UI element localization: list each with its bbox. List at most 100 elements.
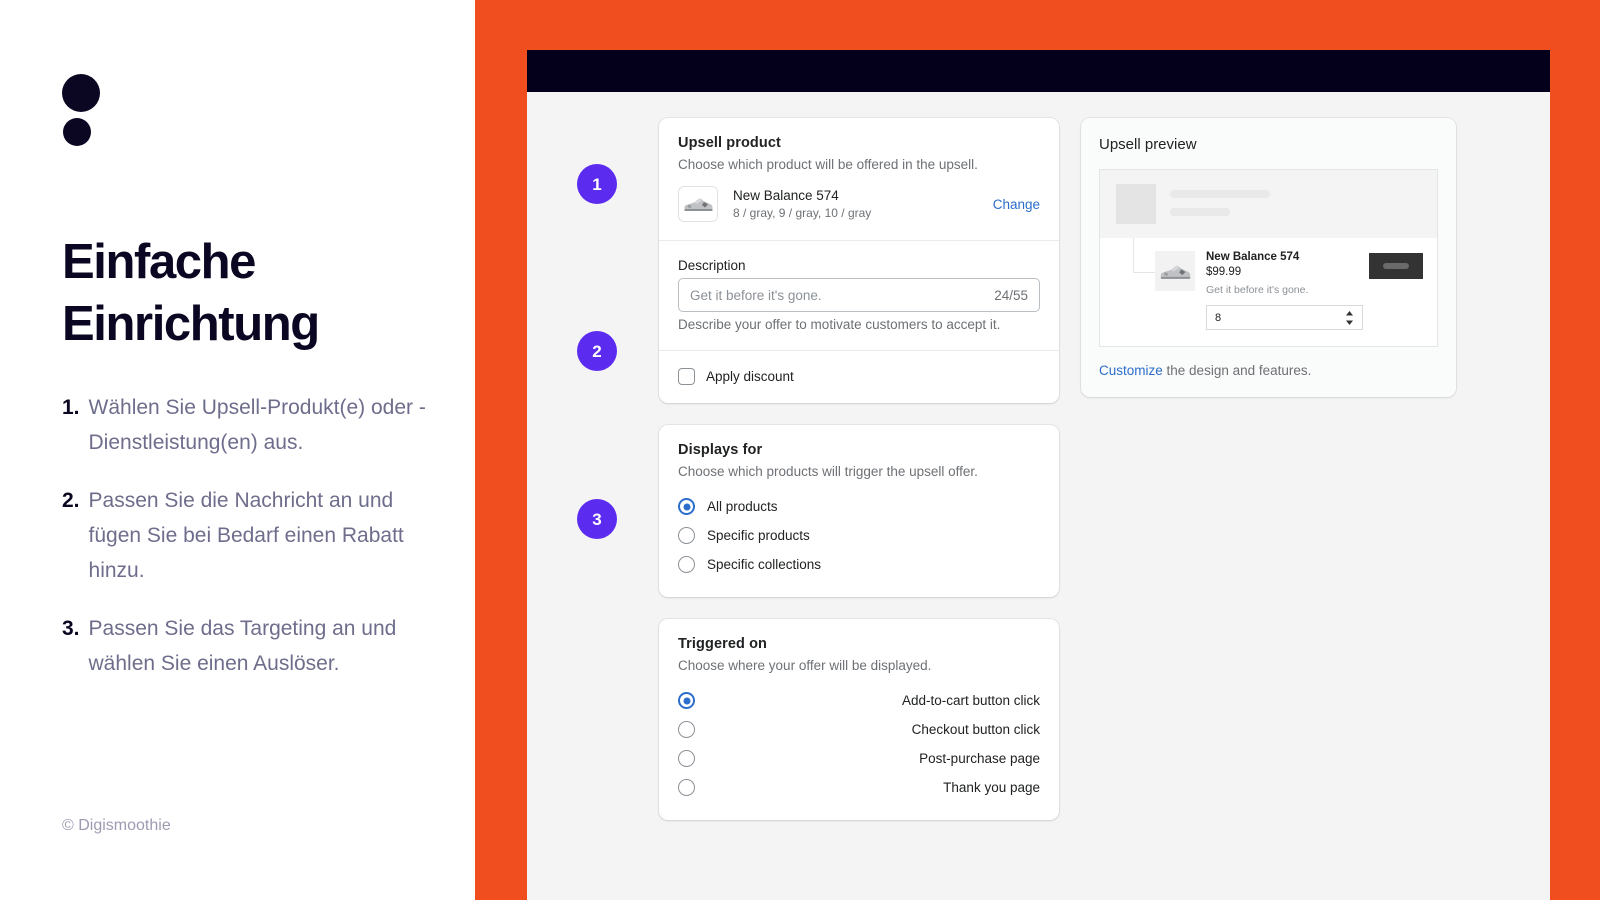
radio-label: Specific collections	[707, 557, 822, 572]
radio-indicator[interactable]	[678, 527, 695, 544]
logo-dot-large-icon	[62, 74, 100, 112]
preview-product-price: $99.99	[1206, 266, 1242, 278]
selected-product-row: New Balance 574 8 / gray, 9 / gray, 10 /…	[678, 186, 1040, 222]
card-subtitle: Choose where your offer will be displaye…	[678, 658, 932, 673]
radio-option-post-purchase[interactable]: Post-purchase page	[678, 744, 1040, 773]
app-window: 1 2 3 Upsell product Choose which produc…	[527, 50, 1550, 900]
displays-for-radio-group: All products Specific products Specific …	[678, 492, 1040, 579]
promo-panel: Einfache Einrichtung 1. Wählen Sie Upsel…	[0, 0, 475, 900]
description-help-text: Describe your offer to motivate customer…	[678, 317, 1001, 332]
preview-frame: New Balance 574 $99.99 Get it before it'…	[1099, 169, 1438, 347]
radio-indicator[interactable]	[678, 779, 695, 796]
app-topbar	[527, 50, 1550, 92]
preview-offer: New Balance 574 $99.99 Get it before it'…	[1100, 238, 1437, 346]
radio-indicator[interactable]	[678, 692, 695, 709]
product-name: New Balance 574	[733, 188, 839, 203]
card-subtitle: Choose which products will trigger the u…	[678, 464, 978, 479]
radio-indicator[interactable]	[678, 498, 695, 515]
page-title-line-1: Einfache	[62, 235, 256, 289]
preview-connector-line	[1133, 238, 1155, 273]
preview-footer-text: Customize the design and features.	[1099, 363, 1438, 378]
step-badge-2: 2	[577, 331, 617, 371]
preview-product-name: New Balance 574	[1206, 251, 1300, 263]
radio-option-thank-you[interactable]: Thank you page	[678, 773, 1040, 802]
preview-quantity-value: 8	[1215, 311, 1222, 324]
promo-step-list: 1. Wählen Sie Upsell-Produkt(e) oder -Di…	[62, 390, 434, 704]
brand-logo	[62, 74, 100, 146]
preview-add-button[interactable]	[1369, 253, 1423, 279]
card-subtitle: Choose which product will be offered in …	[678, 157, 978, 172]
radio-option-specific-products[interactable]: Specific products	[678, 521, 1040, 550]
preview-product-thumbnail	[1155, 251, 1195, 291]
radio-option-checkout[interactable]: Checkout button click	[678, 715, 1040, 744]
card-title: Upsell product	[678, 135, 781, 151]
radio-label: Thank you page	[943, 780, 1040, 795]
description-input[interactable]	[690, 287, 987, 303]
page-title: Einfache Einrichtung	[62, 232, 442, 355]
page-root: Einfache Einrichtung 1. Wählen Sie Upsel…	[0, 0, 1600, 900]
preview-product-detail: New Balance 574 $99.99 Get it before it'…	[1206, 251, 1369, 330]
orange-backdrop: 1 2 3 Upsell product Choose which produc…	[475, 0, 1600, 900]
apply-discount-checkbox[interactable]	[678, 368, 695, 385]
radio-option-add-to-cart[interactable]: Add-to-cart button click	[678, 686, 1040, 715]
radio-indicator[interactable]	[678, 750, 695, 767]
upsell-product-card: Upsell product Choose which product will…	[659, 118, 1059, 403]
description-field-wrapper[interactable]: 24/55	[678, 278, 1040, 312]
radio-label: Checkout button click	[911, 722, 1040, 737]
preview-column: Upsell preview New Balance 574 $99.99 Ge…	[1081, 118, 1456, 842]
customize-link[interactable]: Customize	[1099, 363, 1163, 378]
preview-footer-suffix: the design and features.	[1162, 363, 1312, 378]
page-title-line-2: Einrichtung	[62, 296, 320, 351]
preview-offer-inner: New Balance 574 $99.99 Get it before it'…	[1155, 251, 1437, 330]
description-section: Description 24/55 Describe your offer to…	[659, 240, 1059, 350]
radio-label: Specific products	[707, 528, 810, 543]
list-item: 2. Passen Sie die Nachricht an und fügen…	[62, 483, 434, 588]
step-badge-1: 1	[577, 164, 617, 204]
step-number: 1.	[62, 396, 80, 419]
logo-dot-small-icon	[63, 118, 91, 146]
radio-label: All products	[707, 499, 778, 514]
preview-button-placeholder-bar	[1383, 263, 1409, 269]
displays-for-card: Displays for Choose which products will …	[659, 425, 1059, 597]
apply-discount-section: Apply discount	[659, 350, 1059, 403]
upsell-product-section: Upsell product Choose which product will…	[659, 118, 1059, 240]
radio-option-all-products[interactable]: All products	[678, 492, 1040, 521]
preview-title: Upsell preview	[1099, 136, 1197, 153]
settings-column: Upsell product Choose which product will…	[659, 118, 1059, 842]
change-product-button[interactable]: Change	[993, 197, 1040, 212]
description-label: Description	[678, 258, 746, 273]
preview-product-description: Get it before it's gone.	[1206, 284, 1309, 296]
skeleton-image-placeholder	[1116, 184, 1156, 224]
triggered-on-radio-group: Add-to-cart button click Checkout button…	[678, 686, 1040, 802]
app-body: 1 2 3 Upsell product Choose which produc…	[527, 92, 1550, 842]
radio-label: Add-to-cart button click	[901, 693, 1040, 708]
list-item: 3. Passen Sie das Targeting an und wähle…	[62, 611, 434, 681]
apply-discount-label: Apply discount	[706, 369, 794, 384]
apply-discount-row[interactable]: Apply discount	[678, 368, 1040, 385]
chevron-updown-icon	[1345, 310, 1354, 325]
radio-indicator[interactable]	[678, 721, 695, 738]
skeleton-line	[1170, 208, 1230, 216]
card-title: Triggered on	[678, 636, 768, 652]
step-indicator-rail: 1 2 3	[557, 118, 637, 842]
radio-option-specific-collections[interactable]: Specific collections	[678, 550, 1040, 579]
product-info: New Balance 574 8 / gray, 9 / gray, 10 /…	[733, 188, 993, 220]
copyright-text: © Digismoothie	[62, 817, 171, 834]
triggered-on-card: Triggered on Choose where your offer wil…	[659, 619, 1059, 820]
upsell-preview-card: Upsell preview New Balance 574 $99.99 Ge…	[1081, 118, 1456, 397]
triggered-on-section: Triggered on Choose where your offer wil…	[659, 619, 1059, 820]
preview-skeleton	[1100, 170, 1437, 238]
sneaker-icon	[1160, 265, 1191, 279]
product-thumbnail	[678, 186, 718, 222]
step-text: Passen Sie die Nachricht an und fügen Si…	[88, 489, 404, 582]
step-badge-3: 3	[577, 499, 617, 539]
radio-indicator[interactable]	[678, 556, 695, 573]
step-text: Passen Sie das Targeting an und wählen S…	[88, 617, 397, 675]
character-counter: 24/55	[994, 287, 1028, 303]
radio-label: Post-purchase page	[919, 751, 1040, 766]
list-item: 1. Wählen Sie Upsell-Produkt(e) oder -Di…	[62, 390, 434, 460]
skeleton-lines	[1170, 190, 1270, 216]
sneaker-icon	[684, 198, 713, 211]
preview-quantity-select[interactable]: 8	[1206, 305, 1363, 330]
product-variants: 8 / gray, 9 / gray, 10 / gray	[733, 206, 872, 220]
